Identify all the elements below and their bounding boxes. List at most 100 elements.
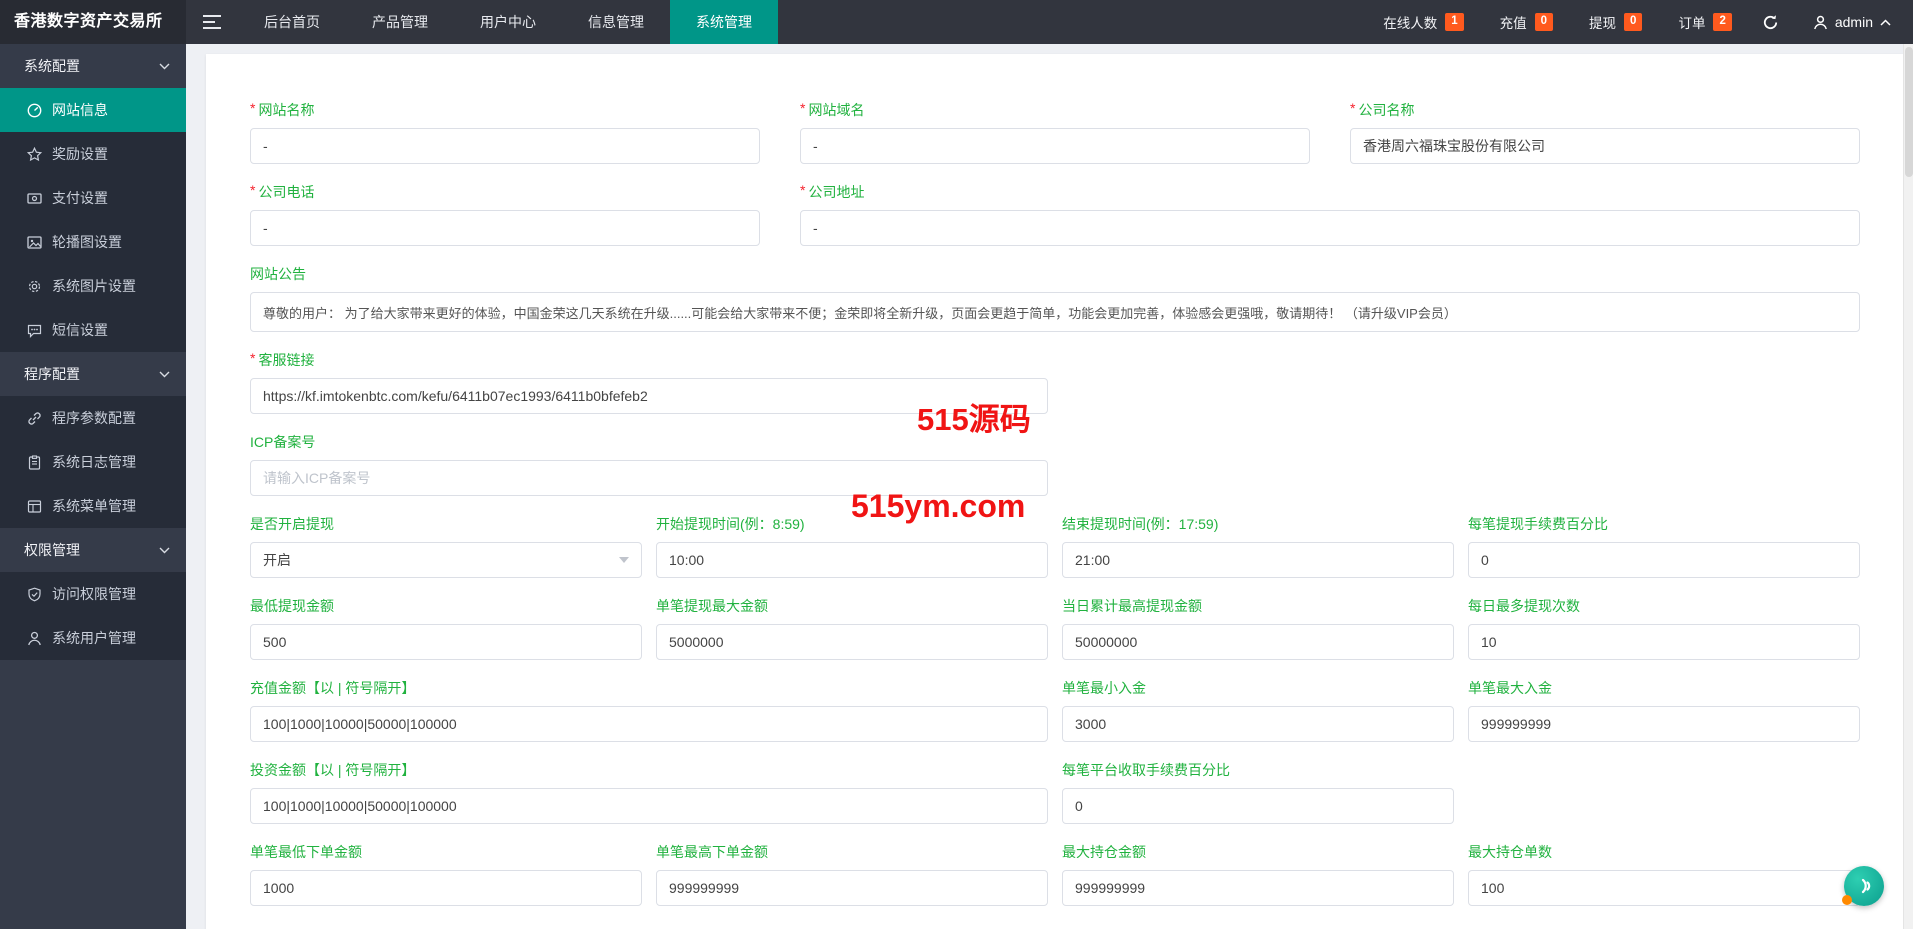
notification-dot (1842, 895, 1852, 905)
sidebar-group-program-config[interactable]: 程序配置 (0, 352, 186, 396)
field-deposit-min: 单笔最小入金 3000 (1062, 678, 1454, 742)
select-caret-icon (619, 557, 629, 563)
field-order-min: 单笔最低下单金额 1000 (250, 842, 642, 906)
sidebar-item-label: 系统菜单管理 (52, 498, 136, 514)
nav-item-info[interactable]: 信息管理 (562, 0, 670, 44)
watermark-515ym: 515ym.com (851, 488, 1026, 524)
hamburger-icon (203, 15, 221, 29)
stat-online-users[interactable]: 在线人数 1 (1383, 12, 1464, 32)
sidebar-item-label: 系统用户管理 (52, 630, 136, 646)
nav-item-dashboard[interactable]: 后台首页 (238, 0, 346, 44)
sidebar-item-site-info[interactable]: 网站信息 (0, 88, 186, 132)
required-asterisk: * (1350, 100, 1356, 116)
vertical-scrollbar[interactable] (1903, 44, 1913, 929)
withdraw-max-per-input[interactable]: 5000000 (656, 624, 1048, 660)
withdraw-end-input[interactable]: 21:00 (1062, 542, 1454, 578)
field-site-domain: * 网站域名 - (800, 100, 1310, 164)
sidebar-item-program-params[interactable]: 程序参数配置 (0, 396, 186, 440)
sidebar-item-system-users[interactable]: 系统用户管理 (0, 616, 186, 660)
sidebar-item-system-images[interactable]: 系统图片设置 (0, 264, 186, 308)
sidebar-item-banner-settings[interactable]: 轮播图设置 (0, 220, 186, 264)
star-icon (27, 146, 42, 161)
nav-item-users[interactable]: 用户中心 (454, 0, 562, 44)
position-max-amount-input[interactable]: 999999999 (1062, 870, 1454, 906)
chevron-down-icon (159, 371, 170, 377)
withdraw-daily-max-input[interactable]: 50000000 (1062, 624, 1454, 660)
group-header-label: 系统配置 (24, 58, 80, 74)
withdraw-enabled-select[interactable]: 开启 (250, 542, 642, 578)
sidebar-item-sms-settings[interactable]: 短信设置 (0, 308, 186, 352)
nav-item-system-active[interactable]: 系统管理 (670, 0, 778, 44)
dashboard-icon (27, 103, 42, 117)
sidebar-item-access-permissions[interactable]: 访问权限管理 (0, 572, 186, 616)
field-label: 最大持仓金额 (1062, 844, 1146, 860)
field-label: 单笔最低下单金额 (250, 844, 362, 860)
sidebar-item-payment-settings[interactable]: 支付设置 (0, 176, 186, 220)
chevron-up-icon (1880, 18, 1891, 26)
sidebar-item-label: 访问权限管理 (52, 586, 136, 602)
shield-check-icon (28, 587, 41, 601)
sidebar-toggle-button[interactable] (186, 0, 238, 44)
topbar: 香港数字资产交易所 后台首页 产品管理 用户中心 信息管理 系统管理 在线人数 … (0, 0, 1913, 44)
log-icon (28, 454, 41, 470)
floating-service-button[interactable] (1842, 866, 1884, 906)
app-title: 香港数字资产交易所 (0, 0, 186, 44)
required-asterisk: * (250, 100, 256, 116)
scrollbar-thumb[interactable] (1905, 47, 1913, 177)
field-label: 每笔提现手续费百分比 (1468, 516, 1608, 532)
stat-orders[interactable]: 订单 2 (1678, 12, 1732, 32)
field-label: 是否开启提现 (250, 516, 334, 532)
sidebar-group-system-config[interactable]: 系统配置 (0, 44, 186, 88)
sidebar-item-label: 轮播图设置 (52, 234, 122, 250)
withdraw-fee-pct-input[interactable]: 0 (1468, 542, 1860, 578)
deposit-min-input[interactable]: 3000 (1062, 706, 1454, 742)
stat-label: 订单 (1678, 16, 1706, 31)
top-nav: 后台首页 产品管理 用户中心 信息管理 系统管理 (238, 0, 778, 44)
sidebar-item-reward-settings[interactable]: 奖励设置 (0, 132, 186, 176)
admin-screen: 香港数字资产交易所 后台首页 产品管理 用户中心 信息管理 系统管理 在线人数 … (0, 0, 1913, 929)
position-max-count-input[interactable]: 100 (1468, 870, 1860, 906)
field-label: 当日累计最高提现金额 (1062, 598, 1202, 614)
group-header-label: 权限管理 (24, 542, 80, 558)
watermark-515-source: 515源码 (917, 402, 1031, 437)
sidebar-item-system-menus[interactable]: 系统菜单管理 (0, 484, 186, 528)
order-max-input[interactable]: 999999999 (656, 870, 1048, 906)
field-deposit-max: 单笔最大入金 999999999 (1468, 678, 1860, 742)
withdraw-min-input[interactable]: 500 (250, 624, 642, 660)
withdraw-start-input[interactable]: 10:00 (656, 542, 1048, 578)
field-label: * 公司电话 (250, 182, 315, 200)
sound-waves-icon (1861, 878, 1871, 894)
order-min-input[interactable]: 1000 (250, 870, 642, 906)
refresh-button[interactable] (1762, 0, 1779, 44)
group-header-label: 程序配置 (24, 366, 80, 382)
nav-item-products[interactable]: 产品管理 (346, 0, 454, 44)
announcement-textarea[interactable]: 尊敬的用户： 为了给大家带来更好的体验，中国金荣这几天系统在升级......可能… (250, 292, 1860, 332)
username: admin (1834, 14, 1873, 30)
field-label: 充值金额【以 | 符号隔开】 (250, 680, 416, 696)
company-address-input[interactable]: - (800, 210, 1860, 246)
field-label: 最低提现金额 (250, 598, 334, 614)
recharge-amounts-input[interactable]: 100|1000|10000|50000|100000 (250, 706, 1048, 742)
field-withdraw-daily-times: 每日最多提现次数 10 (1468, 596, 1860, 660)
site-domain-input[interactable]: - (800, 128, 1310, 164)
invest-amounts-input[interactable]: 100|1000|10000|50000|100000 (250, 788, 1048, 824)
field-label: * 网站名称 (250, 100, 315, 118)
site-name-input[interactable]: - (250, 128, 760, 164)
platform-fee-pct-input[interactable]: 0 (1062, 788, 1454, 824)
sidebar-group-permissions[interactable]: 权限管理 (0, 528, 186, 572)
field-label: 单笔最大入金 (1468, 680, 1552, 696)
deposit-max-input[interactable]: 999999999 (1468, 706, 1860, 742)
sidebar-item-system-logs[interactable]: 系统日志管理 (0, 440, 186, 484)
required-asterisk: * (250, 350, 256, 366)
user-menu[interactable]: admin (1813, 0, 1891, 44)
stat-badge: 0 (1534, 13, 1554, 31)
stat-withdraw[interactable]: 提现 0 (1589, 12, 1643, 32)
field-announcement: 网站公告 尊敬的用户： 为了给大家带来更好的体验，中国金荣这几天系统在升级...… (250, 264, 1860, 332)
company-name-input[interactable]: 香港周六福珠宝股份有限公司 (1350, 128, 1860, 164)
stat-recharge[interactable]: 充值 0 (1500, 12, 1554, 32)
required-asterisk: * (800, 100, 806, 116)
field-withdraw-enabled: 是否开启提现 开启 (250, 514, 642, 578)
field-label: 每日最多提现次数 (1468, 598, 1580, 614)
company-phone-input[interactable]: - (250, 210, 760, 246)
withdraw-daily-times-input[interactable]: 10 (1468, 624, 1860, 660)
